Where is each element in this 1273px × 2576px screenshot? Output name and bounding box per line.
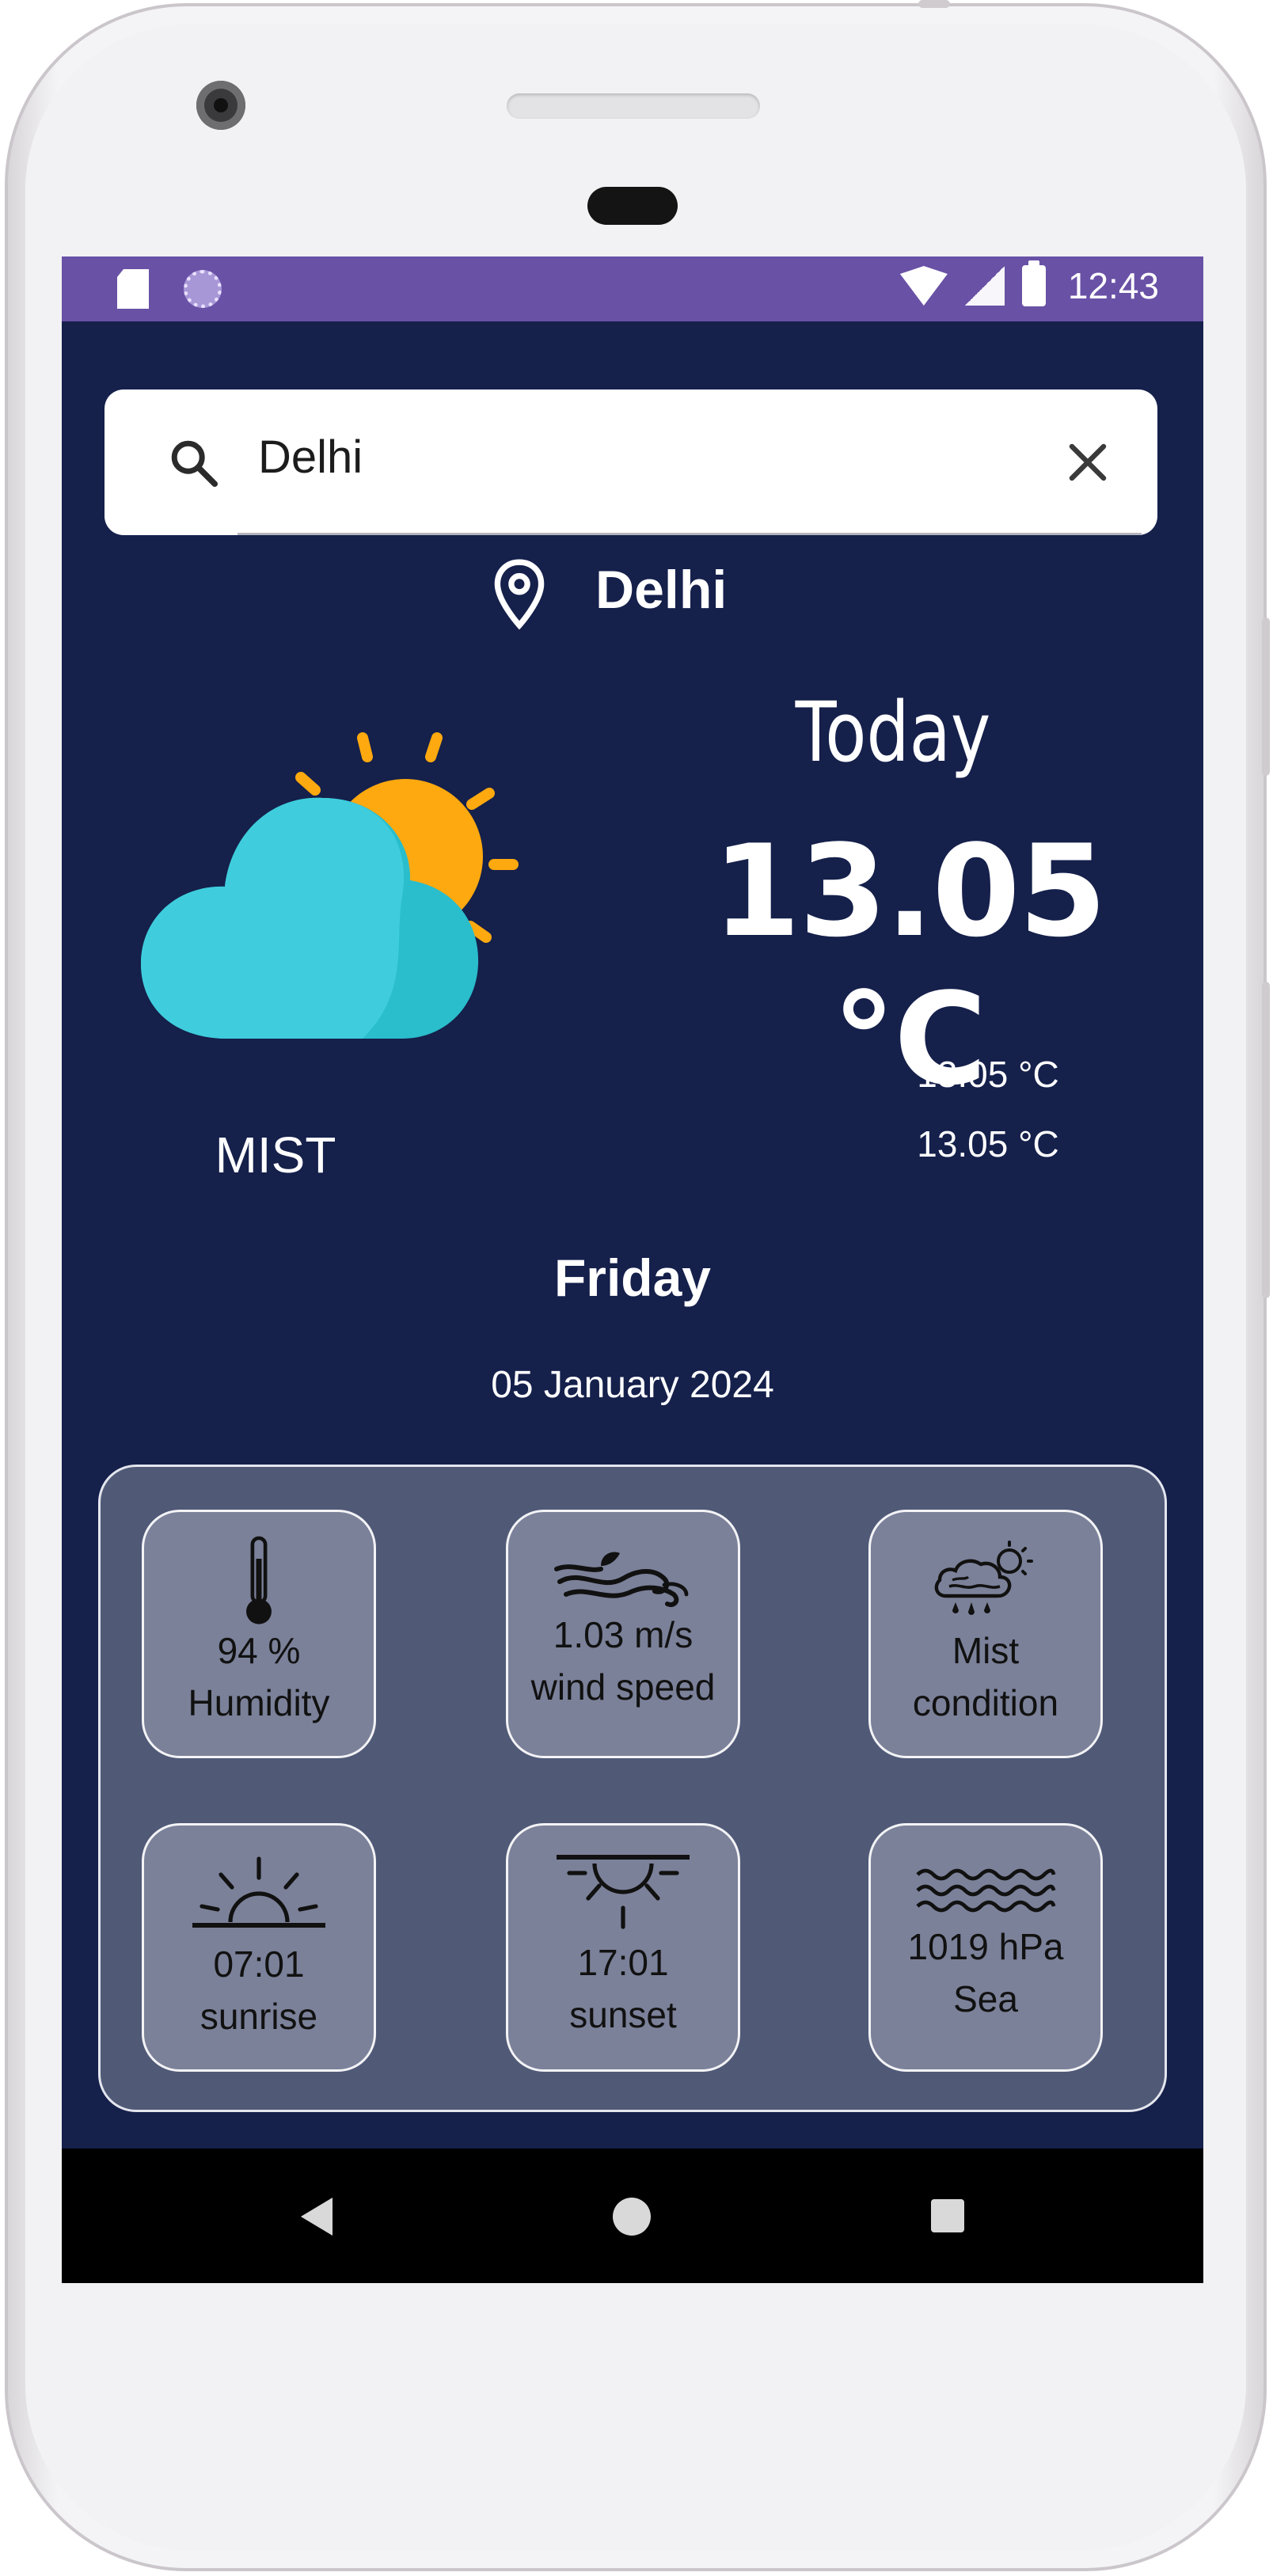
sunset-label: sunset: [569, 1994, 677, 2035]
condition-value: Mist: [952, 1630, 1020, 1671]
battery-icon: [1021, 260, 1046, 306]
waves-icon: [916, 1868, 1056, 1913]
wind-card: 1.03 m/s wind speed: [506, 1510, 740, 1758]
status-time: 12:43: [1067, 265, 1159, 306]
humidity-card: 94 % Humidity: [142, 1510, 376, 1758]
earpiece-speaker: [507, 93, 760, 119]
close-icon[interactable]: [1064, 439, 1112, 486]
weather-condition: MIST: [215, 1127, 336, 1184]
search-bar[interactable]: Delhi: [104, 389, 1157, 535]
location-name: Delhi: [595, 560, 728, 620]
condition-card: Mist condition: [868, 1510, 1103, 1758]
sea-pressure-label: Sea: [953, 1978, 1018, 2019]
sunrise-icon: [192, 1856, 325, 1928]
humidity-value: 94 %: [217, 1630, 301, 1671]
back-icon[interactable]: [301, 2198, 332, 2236]
cell-signal-icon: [964, 266, 1005, 306]
full-date: 05 January 2024: [491, 1364, 774, 1406]
thermometer-icon: [246, 1536, 272, 1624]
sea-pressure-value: 1019 hPa: [907, 1926, 1064, 1967]
search-icon[interactable]: [166, 435, 222, 491]
search-underline: [238, 533, 1142, 535]
navigation-bar: [62, 2149, 1203, 2283]
sunset-icon: [557, 1855, 690, 1929]
stats-panel: 94 % Humidity 1.03 m/s wind speed Mist c…: [98, 1465, 1167, 2112]
status-bar: 12:43: [62, 256, 1203, 321]
sunrise-value: 07:01: [213, 1943, 305, 1985]
today-label: Today: [795, 684, 991, 781]
sunset-value: 17:01: [577, 1942, 669, 1983]
location-pin-icon: [494, 559, 545, 630]
sd-card-icon: [117, 269, 149, 309]
sunrise-label: sunrise: [200, 1996, 318, 2037]
app-screen: 12:43 Delhi Delhi MIST Today 13.05 °C 13…: [62, 256, 1203, 2283]
temperature-line-2: 13.05 °C: [917, 1123, 1059, 1165]
proximity-sensor: [587, 187, 678, 225]
cloud-rain-sun-icon: [934, 1541, 1033, 1615]
condition-label: condition: [912, 1682, 1059, 1723]
search-input[interactable]: Delhi: [258, 431, 363, 484]
weekday: Friday: [553, 1248, 712, 1307]
home-icon[interactable]: [613, 2198, 651, 2236]
partly-cloudy-icon: [141, 732, 519, 1039]
front-camera: [196, 81, 245, 130]
recent-apps-icon[interactable]: [931, 2199, 964, 2232]
volume-button: [1262, 617, 1270, 776]
sunset-card: 17:01 sunset: [506, 1823, 740, 2072]
sunrise-card: 07:01 sunrise: [142, 1823, 376, 2072]
power-button: [1262, 982, 1270, 1298]
sea-pressure-card: 1019 hPa Sea: [868, 1823, 1103, 2072]
wifi-icon: [899, 266, 948, 306]
humidity-label: Humidity: [188, 1682, 330, 1723]
wind-icon: [554, 1552, 689, 1607]
wind-speed-value: 1.03 m/s: [553, 1614, 694, 1655]
temperature-line-1: 13.05 °C: [917, 1054, 1059, 1095]
top-button: [918, 0, 950, 8]
sync-icon: [184, 270, 222, 308]
wind-speed-label: wind speed: [530, 1666, 716, 1708]
